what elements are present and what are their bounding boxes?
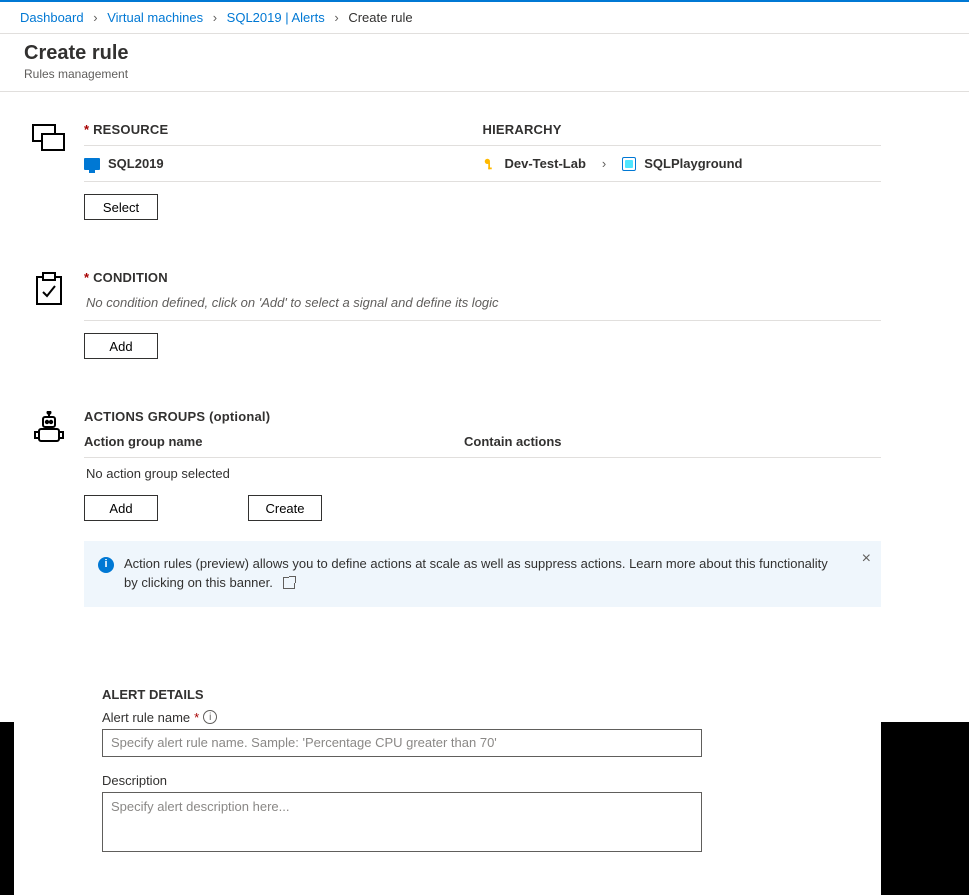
alert-details-heading: ALERT DETAILS — [102, 687, 881, 702]
action-groups-section: ACTIONS GROUPS (optional) Action group n… — [14, 409, 881, 627]
chevron-right-icon: › — [602, 156, 606, 171]
action-groups-icon — [14, 409, 84, 445]
action-group-name-col: Action group name — [84, 434, 464, 449]
action-groups-heading: ACTIONS GROUPS (optional) — [84, 409, 881, 424]
hierarchy-item-b: SQLPlayground — [644, 156, 742, 171]
alert-rule-name-input[interactable] — [102, 729, 702, 757]
required-star: * — [194, 710, 199, 725]
external-link-icon — [283, 577, 295, 589]
key-icon — [483, 157, 497, 171]
hierarchy-heading: HIERARCHY — [483, 122, 562, 137]
resource-icon — [14, 122, 84, 154]
breadcrumb-current: Create rule — [348, 10, 412, 25]
condition-icon — [14, 270, 84, 306]
breadcrumb-link-alerts[interactable]: SQL2019 | Alerts — [227, 10, 325, 25]
info-icon: i — [98, 557, 114, 573]
resource-name: SQL2019 — [108, 156, 164, 171]
action-rules-info-banner[interactable]: i Action rules (preview) allows you to d… — [84, 541, 881, 607]
contain-actions-col: Contain actions — [464, 434, 562, 449]
vm-icon — [84, 158, 100, 170]
chevron-right-icon: › — [213, 10, 217, 25]
create-action-group-button[interactable]: Create — [248, 495, 322, 521]
alert-rule-name-label: Alert rule name — [102, 710, 190, 725]
condition-heading: CONDITION — [93, 270, 168, 285]
condition-section: *CONDITION No condition defined, click o… — [14, 270, 881, 409]
add-condition-button[interactable]: Add — [84, 333, 158, 359]
no-action-group-text: No action group selected — [84, 458, 881, 483]
page-header: Create rule Rules management — [0, 34, 969, 92]
breadcrumb-link-dashboard[interactable]: Dashboard — [20, 10, 84, 25]
chevron-right-icon: › — [93, 10, 97, 25]
left-black-bar — [0, 92, 14, 895]
resource-heading: RESOURCE — [93, 122, 168, 137]
hierarchy-item-a: Dev-Test-Lab — [505, 156, 586, 171]
add-action-group-button[interactable]: Add — [84, 495, 158, 521]
breadcrumb: Dashboard › Virtual machines › SQL2019 |… — [0, 2, 969, 34]
page-title: Create rule — [24, 42, 945, 65]
breadcrumb-link-virtual-machines[interactable]: Virtual machines — [107, 10, 203, 25]
right-black-bar — [881, 92, 969, 895]
condition-hint: No condition defined, click on 'Add' to … — [84, 285, 881, 321]
page-subtitle: Rules management — [24, 67, 945, 81]
lab-icon — [622, 157, 636, 171]
chevron-right-icon: › — [334, 10, 338, 25]
info-banner-text: Action rules (preview) allows you to def… — [124, 556, 828, 590]
description-textarea[interactable] — [102, 792, 702, 852]
resource-section: *RESOURCE HIERARCHY SQL2019 Dev-Test-Lab… — [14, 122, 881, 270]
close-banner-button[interactable]: × — [862, 547, 871, 570]
alert-details-section: ALERT DETAILS Alert rule name * i Descri… — [14, 687, 881, 855]
help-icon[interactable]: i — [203, 710, 217, 724]
select-resource-button[interactable]: Select — [84, 194, 158, 220]
description-label: Description — [102, 773, 167, 788]
